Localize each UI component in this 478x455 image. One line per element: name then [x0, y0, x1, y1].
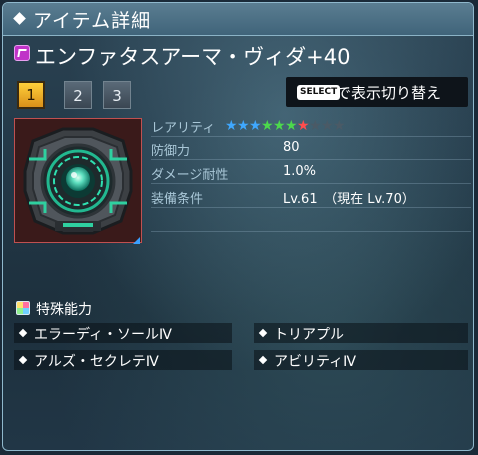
rarity-star-icon: ★: [285, 118, 298, 134]
ability-slot-1[interactable]: エラーディ・ソールⅣ: [14, 323, 232, 343]
diamond-bullet-icon: [18, 355, 28, 365]
requirement-value: Lv.61 （現在 Lv.70）: [283, 192, 415, 207]
divider: [151, 159, 471, 160]
divider: [151, 136, 471, 137]
ability-slot-3[interactable]: アルズ・セクレテⅣ: [14, 350, 232, 370]
item-name: エンファタスアーマ・ヴィダ+40: [35, 45, 351, 69]
armor-category-icon: [14, 45, 30, 61]
rarity-star-icon: ★: [333, 118, 346, 134]
ability-slot-4[interactable]: アビリティⅣ: [254, 350, 468, 370]
window-title: アイテム詳細: [33, 10, 152, 32]
rarity-star-icon: ★: [237, 118, 250, 134]
defense-label: 防御力: [151, 144, 191, 159]
tab-2[interactable]: 2: [64, 81, 92, 109]
ability-label: アルズ・セクレテⅣ: [34, 354, 159, 370]
divider: [151, 207, 471, 208]
ability-slot-2[interactable]: トリアプル: [254, 323, 468, 343]
damage-resist-label: ダメージ耐性: [151, 168, 229, 183]
image-corner-marker: [133, 237, 140, 244]
rarity-star-icon: ★: [249, 118, 262, 134]
rarity-star-icon: ★: [225, 118, 238, 134]
select-key-icon: SELECT: [297, 85, 341, 100]
ability-label: エラーディ・ソールⅣ: [34, 327, 172, 343]
damage-resist-value: 1.0%: [283, 164, 317, 179]
rarity-star-icon: ★: [309, 118, 322, 134]
diamond-bullet-icon: [258, 355, 268, 365]
select-hint-text: で表示切り替え: [336, 84, 442, 102]
defense-row: 防御力 80: [151, 140, 471, 160]
item-detail-window: アイテム詳細 エンファタスアーマ・ヴィダ+40 1 2 3 SELECT で表示…: [2, 2, 474, 451]
special-ability-icon: [16, 301, 30, 315]
tab-1[interactable]: 1: [17, 81, 45, 109]
rarity-label: レアリティ: [151, 121, 216, 136]
window-header: アイテム詳細: [3, 3, 473, 36]
ability-label: トリアプル: [274, 327, 344, 343]
select-toggle-hint[interactable]: SELECT で表示切り替え: [286, 77, 468, 107]
diamond-bullet-icon: [18, 328, 28, 338]
damage-resist-row: ダメージ耐性 1.0%: [151, 164, 471, 184]
divider: [151, 231, 471, 232]
ability-label: アビリティⅣ: [274, 354, 357, 370]
rarity-star-icon: ★: [261, 118, 274, 134]
rarity-star-icon: ★: [321, 118, 334, 134]
rarity-row: レアリティ ★★★★★★★★★★: [151, 117, 471, 137]
divider: [151, 183, 471, 184]
requirement-row: 装備条件 Lv.61 （現在 Lv.70）: [151, 188, 471, 208]
rarity-star-icon: ★: [297, 118, 310, 134]
requirement-label: 装備条件: [151, 192, 204, 207]
diamond-icon: [13, 12, 26, 25]
tab-3[interactable]: 3: [103, 81, 131, 109]
special-abilities-label: 特殊能力: [36, 302, 92, 318]
item-image: [14, 118, 142, 243]
armor-unit-icon: [15, 119, 141, 242]
rarity-stars: ★★★★★★★★★★: [225, 118, 346, 134]
rarity-star-icon: ★: [273, 118, 286, 134]
defense-value: 80: [283, 140, 300, 155]
diamond-bullet-icon: [258, 328, 268, 338]
